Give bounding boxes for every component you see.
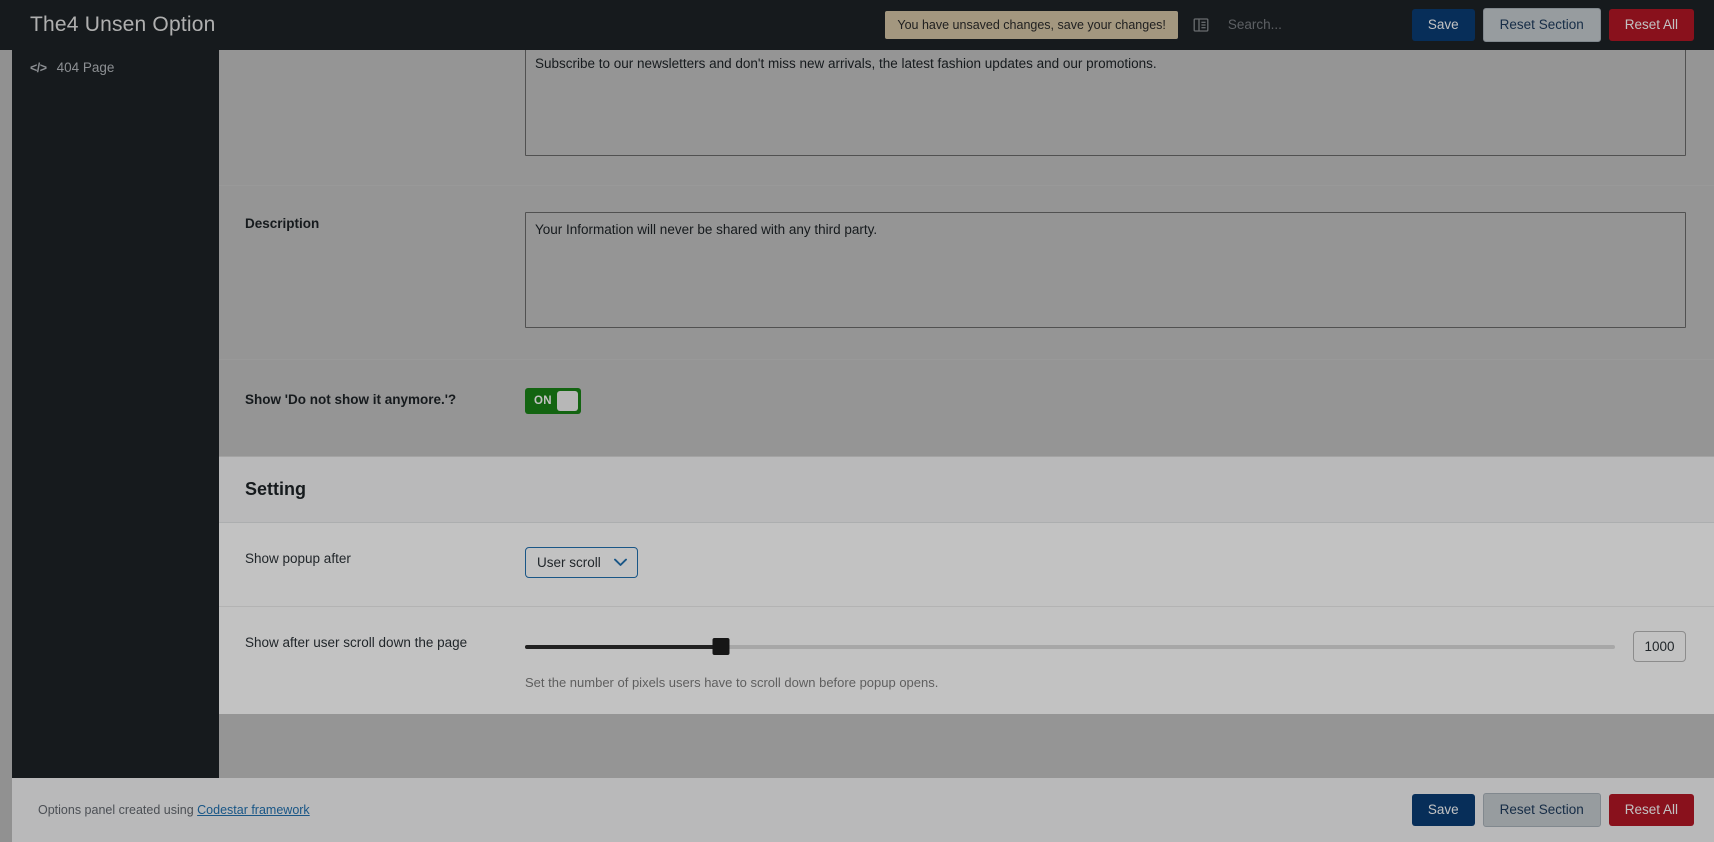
footer-bar: Options panel created using Codestar fra…: [12, 778, 1714, 842]
collapse-sidebar-icon[interactable]: [1192, 16, 1210, 34]
toggle-knob: [557, 391, 578, 411]
footer-credit-text: Options panel created using: [38, 803, 198, 817]
footer-credit: Options panel created using Codestar fra…: [38, 803, 310, 817]
field-control-description: Your Information will never be shared wi…: [525, 212, 1686, 333]
description-textarea[interactable]: Your Information will never be shared wi…: [525, 212, 1686, 328]
show-popup-after-select[interactable]: User scroll: [525, 547, 638, 578]
setting-section-title: Setting: [245, 479, 306, 499]
search-field-wrapper[interactable]: [1227, 16, 1378, 34]
footer-actions: Save Reset Section Reset All: [1404, 793, 1694, 827]
app-root: The4 Unsen Option You have unsaved chang…: [0, 0, 1714, 842]
field-label-scroll-depth: Show after user scroll down the page: [245, 635, 468, 650]
field-control-subtitle: Subscribe to our newsletters and don't m…: [525, 50, 1686, 161]
options-content: Subscribe to our newsletters and don't m…: [219, 50, 1714, 778]
field-description: Description Your Information will never …: [219, 186, 1714, 360]
footer-save-button[interactable]: Save: [1411, 794, 1475, 826]
setting-section: Setting Show popup after User scroll Sho…: [219, 456, 1714, 714]
page-title: The4 Unsen Option: [30, 13, 216, 36]
field-label-show-popup-after: Show popup after: [245, 551, 351, 566]
content-inner: Subscribe to our newsletters and don't m…: [219, 50, 1714, 714]
scroll-depth-slider-row: [525, 631, 1686, 662]
field-control-show-popup-after: User scroll: [525, 547, 1686, 578]
search-input[interactable]: [1227, 17, 1378, 32]
sidebar: </> 404 Page: [12, 50, 219, 778]
field-label-subtitle: [245, 50, 525, 161]
field-scroll-depth: Show after user scroll down the page 100…: [219, 607, 1714, 714]
scroll-depth-help-text: Set the number of pixels users have to s…: [525, 675, 939, 690]
reset-all-button[interactable]: Reset All: [1608, 9, 1694, 41]
footer-reset-section-button[interactable]: Reset Section: [1482, 793, 1601, 827]
field-show-do-not-show: Show 'Do not show it anymore.'? ON: [219, 360, 1714, 456]
footer-reset-all-button[interactable]: Reset All: [1608, 794, 1694, 826]
field-subtitle: Subscribe to our newsletters and don't m…: [219, 50, 1714, 186]
top-header-bar: The4 Unsen Option You have unsaved chang…: [0, 0, 1714, 50]
toggle-state-label: ON: [534, 395, 552, 407]
unsaved-changes-notice: You have unsaved changes, save your chan…: [885, 11, 1178, 39]
codestar-framework-link[interactable]: Codestar framework: [197, 803, 310, 817]
field-label-description: Description: [245, 216, 320, 231]
setting-section-body: Show popup after User scroll Show after …: [219, 523, 1714, 714]
field-show-popup-after: Show popup after User scroll: [219, 523, 1714, 607]
subtitle-textarea[interactable]: Subscribe to our newsletters and don't m…: [525, 50, 1686, 156]
field-label-show-do-not-show: Show 'Do not show it anymore.'?: [245, 392, 457, 407]
scroll-depth-slider-track[interactable]: [525, 637, 1615, 655]
options-page: The4 Unsen Option You have unsaved chang…: [0, 0, 1714, 842]
sidebar-item-404-page[interactable]: </> 404 Page: [12, 50, 219, 85]
save-button[interactable]: Save: [1411, 9, 1475, 41]
show-popup-after-select-wrapper[interactable]: User scroll: [525, 547, 638, 578]
scroll-depth-slider-fill: [525, 644, 722, 649]
scroll-depth-number-input[interactable]: [1633, 631, 1686, 662]
code-icon: </>: [30, 60, 47, 75]
setting-section-header: Setting: [219, 456, 1714, 523]
show-do-not-show-toggle[interactable]: ON: [525, 388, 581, 414]
field-control-show-do-not-show: ON: [525, 388, 1686, 414]
field-control-scroll-depth: Set the number of pixels users have to s…: [525, 631, 1686, 690]
header-actions: You have unsaved changes, save your chan…: [885, 8, 1714, 42]
scroll-depth-slider-knob[interactable]: [712, 637, 730, 655]
reset-section-button[interactable]: Reset Section: [1482, 8, 1601, 42]
sidebar-item-label: 404 Page: [56, 60, 115, 75]
